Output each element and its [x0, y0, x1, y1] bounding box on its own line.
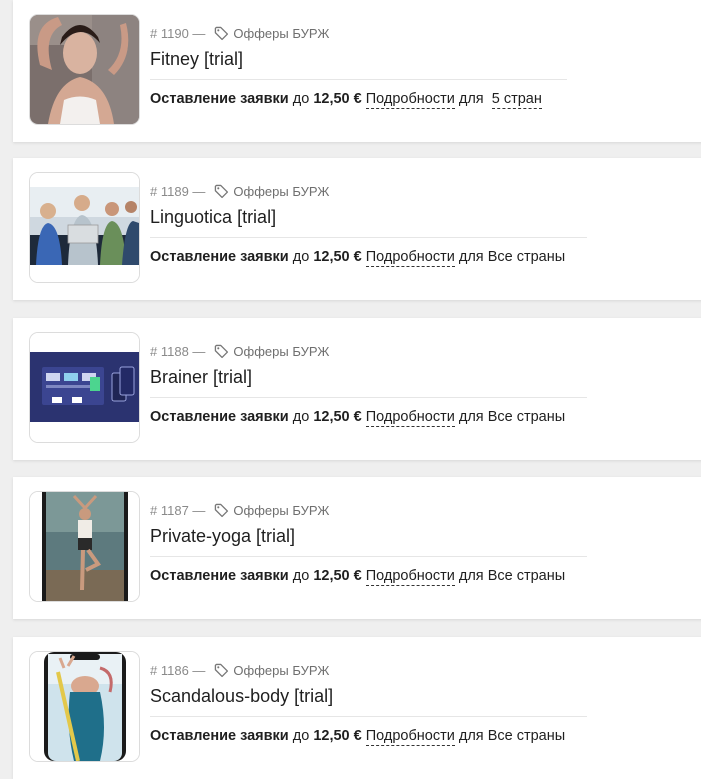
divider	[150, 237, 587, 238]
offer-payout-info: Оставление заявки до 12,50 € Подробности…	[150, 91, 542, 109]
offer-price: 12,50 €	[313, 568, 362, 584]
offer-category-link[interactable]: Офферы БУРЖ	[233, 663, 329, 678]
offer-meta: # 1187 — Офферы БУРЖ	[150, 503, 329, 518]
fitness-woman-image	[30, 15, 139, 124]
offer-title[interactable]: Private-yoga [trial]	[150, 526, 295, 547]
offer-number: # 1189 —	[150, 184, 206, 199]
details-link[interactable]: Подробности	[365, 409, 455, 427]
offer-category-link[interactable]: Офферы БУРЖ	[233, 344, 329, 359]
offer-title[interactable]: Scandalous-body [trial]	[150, 686, 333, 707]
offer-meta: # 1189 — Офферы БУРЖ	[150, 184, 329, 199]
offer-for: для	[458, 409, 484, 425]
offer-action: Оставление заявки	[150, 568, 289, 584]
offer-for: для	[458, 249, 484, 265]
offer-upto: до	[292, 568, 310, 584]
offer-geo: Все страны	[487, 568, 566, 584]
divider	[150, 397, 587, 398]
offer-payout-info: Оставление заявки до 12,50 € Подробности…	[150, 728, 566, 746]
tag-icon	[214, 26, 229, 41]
offer-price: 12,50 €	[313, 728, 362, 744]
offer-number: # 1187 —	[150, 503, 206, 518]
offer-category-link[interactable]: Офферы БУРЖ	[233, 184, 329, 199]
offer-thumbnail-private-yoga[interactable]	[29, 491, 140, 602]
offer-upto: до	[292, 249, 310, 265]
offer-category-link[interactable]: Офферы БУРЖ	[233, 503, 329, 518]
offer-payout-info: Оставление заявки до 12,50 € Подробности…	[150, 568, 566, 586]
offer-thumbnail-linguotica[interactable]	[29, 172, 140, 283]
offer-title[interactable]: Linguotica [trial]	[150, 207, 276, 228]
offer-card[interactable]: # 1186 — Офферы БУРЖ Scandalous-body [tr…	[13, 637, 701, 779]
offer-title[interactable]: Brainer [trial]	[150, 367, 252, 388]
details-link[interactable]: Подробности	[365, 568, 455, 586]
offer-price: 12,50 €	[313, 249, 362, 265]
divider	[150, 79, 567, 80]
details-link[interactable]: Подробности	[365, 249, 455, 267]
offer-meta: # 1190 — Офферы БУРЖ	[150, 26, 329, 41]
offer-thumbnail-scandalous-body[interactable]	[29, 651, 140, 762]
tag-icon	[214, 503, 229, 518]
offer-action: Оставление заявки	[150, 409, 289, 425]
offer-thumbnail-brainer[interactable]	[29, 332, 140, 443]
offer-number: # 1188 —	[150, 344, 206, 359]
tag-icon	[214, 184, 229, 199]
tag-icon	[214, 344, 229, 359]
offer-card[interactable]: # 1187 — Офферы БУРЖ Private-yoga [trial…	[13, 477, 701, 619]
offer-payout-info: Оставление заявки до 12,50 € Подробности…	[150, 249, 566, 267]
offer-price: 12,50 €	[313, 409, 362, 425]
offer-card[interactable]: # 1188 — Офферы БУРЖ Brainer [trial] Ост…	[13, 318, 701, 460]
offer-for: для	[458, 91, 484, 107]
divider	[150, 716, 587, 717]
offer-geo: Все страны	[487, 728, 566, 744]
offer-thumbnail-fitney[interactable]	[29, 14, 140, 125]
offer-number: # 1190 —	[150, 26, 206, 41]
offer-title[interactable]: Fitney [trial]	[150, 49, 243, 70]
offer-upto: до	[292, 91, 310, 107]
offer-for: для	[458, 568, 484, 584]
app-screens-image	[30, 333, 139, 442]
offer-action: Оставление заявки	[150, 91, 289, 107]
offer-action: Оставление заявки	[150, 728, 289, 744]
offer-upto: до	[292, 409, 310, 425]
geo-link[interactable]: 5 стран	[491, 91, 542, 109]
offer-card[interactable]: # 1189 — Офферы БУРЖ Linguotica [trial] …	[13, 158, 701, 300]
offer-meta: # 1188 — Офферы БУРЖ	[150, 344, 329, 359]
details-link[interactable]: Подробности	[365, 91, 455, 109]
offer-price: 12,50 €	[313, 91, 362, 107]
offer-upto: до	[292, 728, 310, 744]
offer-geo: Все страны	[487, 409, 566, 425]
offer-card[interactable]: # 1190 — Офферы БУРЖ Fitney [trial] Оста…	[13, 0, 701, 142]
yoga-pose-image	[30, 492, 139, 601]
tag-icon	[214, 663, 229, 678]
offer-geo: Все страны	[487, 249, 566, 265]
offer-for: для	[458, 728, 484, 744]
people-laptop-image	[30, 173, 139, 282]
offer-category-link[interactable]: Офферы БУРЖ	[233, 26, 329, 41]
divider	[150, 556, 587, 557]
offer-number: # 1186 —	[150, 663, 206, 678]
offer-action: Оставление заявки	[150, 249, 289, 265]
offer-payout-info: Оставление заявки до 12,50 € Подробности…	[150, 409, 566, 427]
offer-meta: # 1186 — Офферы БУРЖ	[150, 663, 329, 678]
details-link[interactable]: Подробности	[365, 728, 455, 746]
phone-fitness-image	[30, 652, 139, 761]
